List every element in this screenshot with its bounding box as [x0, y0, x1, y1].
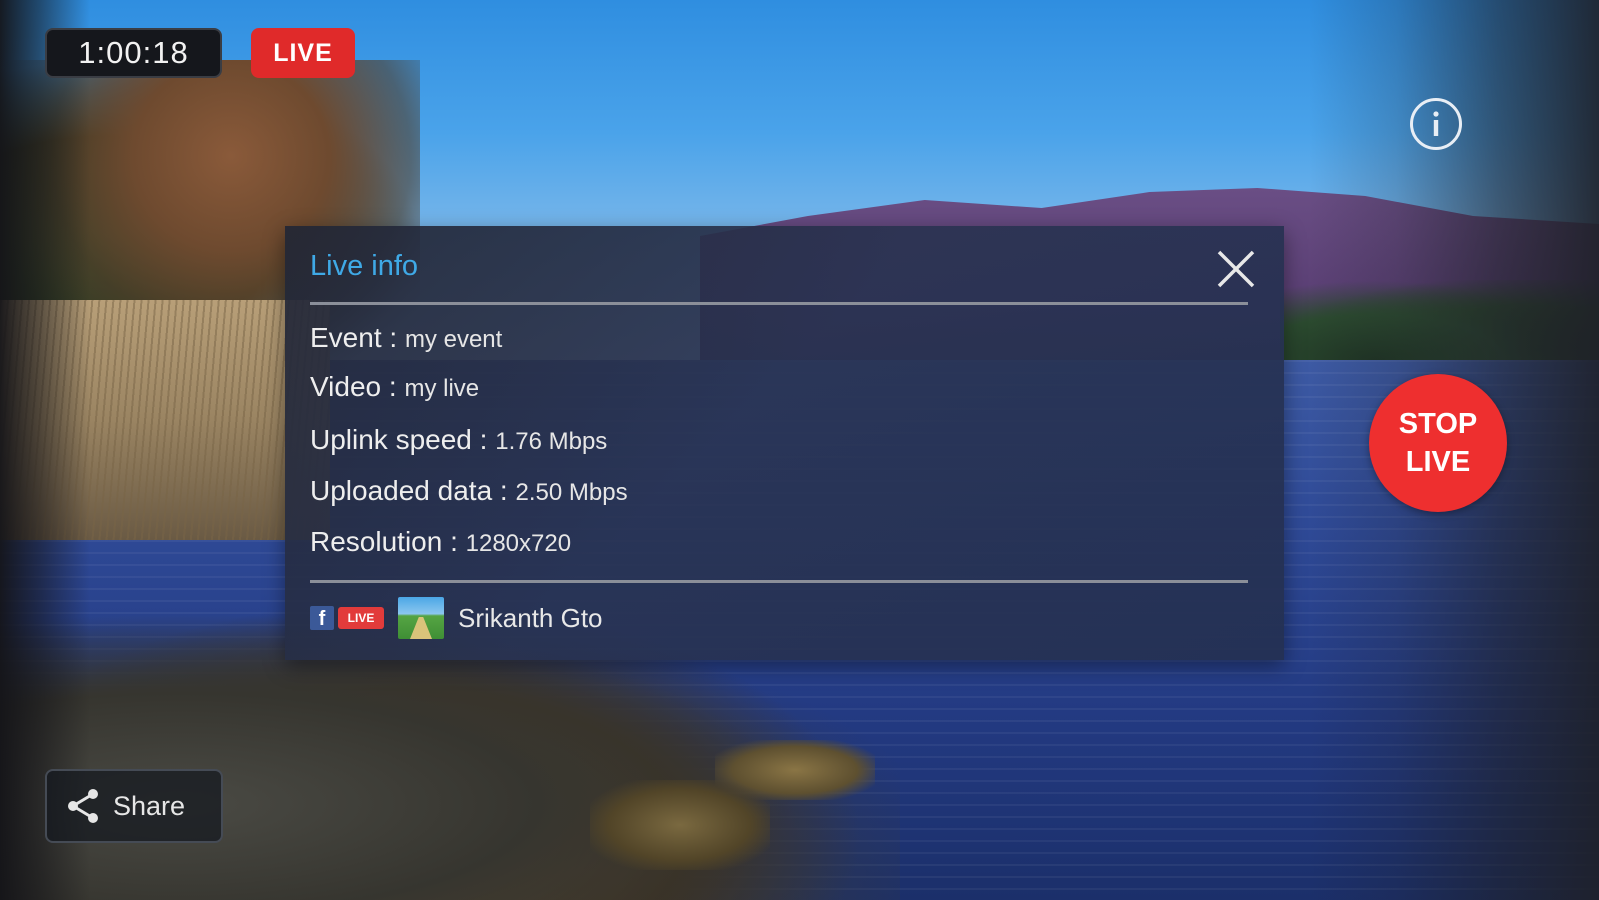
share-icon: [63, 786, 103, 826]
info-value: my live: [404, 375, 480, 402]
info-label: Uploaded data :: [310, 475, 516, 506]
share-label: Share: [113, 790, 186, 821]
info-row-video: Video : my live: [310, 371, 479, 403]
info-value: my event: [404, 326, 503, 353]
left-shade: [0, 0, 90, 900]
panel-title: Live info: [310, 250, 419, 282]
info-label: Video :: [310, 371, 405, 402]
avatar: [398, 597, 444, 639]
info-row-resolution: Resolution : 1280x720: [310, 526, 571, 558]
info-label: Event :: [310, 322, 405, 353]
user-name: Srikanth Gto: [458, 602, 603, 633]
live-badge: LIVE: [251, 28, 355, 78]
share-button[interactable]: Share: [45, 769, 223, 843]
info-row-uplink-speed: Uplink speed : 1.76 Mbps: [310, 424, 607, 456]
info-row-uploaded-data: Uploaded data : 2.50 Mbps: [310, 475, 628, 507]
info-value: 2.50 Mbps: [515, 479, 628, 506]
info-circle-icon: [1433, 111, 1439, 136]
facebook-live-tag: LIVE: [338, 607, 384, 629]
facebook-icon: f: [310, 606, 334, 630]
divider: [310, 302, 1248, 305]
stop-live-label-line1: STOP: [1398, 408, 1478, 440]
live-info-panel: Live info Event : my event Video : my li…: [285, 226, 1284, 660]
stop-live-label-line2: LIVE: [1405, 446, 1471, 478]
account-row: f LIVE Srikanth Gto: [310, 596, 603, 640]
close-button[interactable]: [1213, 246, 1259, 292]
moss-foreground: [590, 780, 770, 870]
divider: [310, 580, 1248, 583]
stream-timer: 1:00:18: [45, 28, 222, 78]
info-button[interactable]: [1410, 98, 1462, 150]
info-label: Uplink speed :: [310, 424, 496, 455]
info-value: 1280x720: [465, 530, 572, 557]
stop-live-button[interactable]: STOP LIVE: [1369, 374, 1507, 512]
info-row-event: Event : my event: [310, 322, 502, 354]
info-value: 1.76 Mbps: [495, 428, 608, 455]
info-label: Resolution :: [310, 526, 466, 557]
close-icon: [1217, 250, 1255, 288]
